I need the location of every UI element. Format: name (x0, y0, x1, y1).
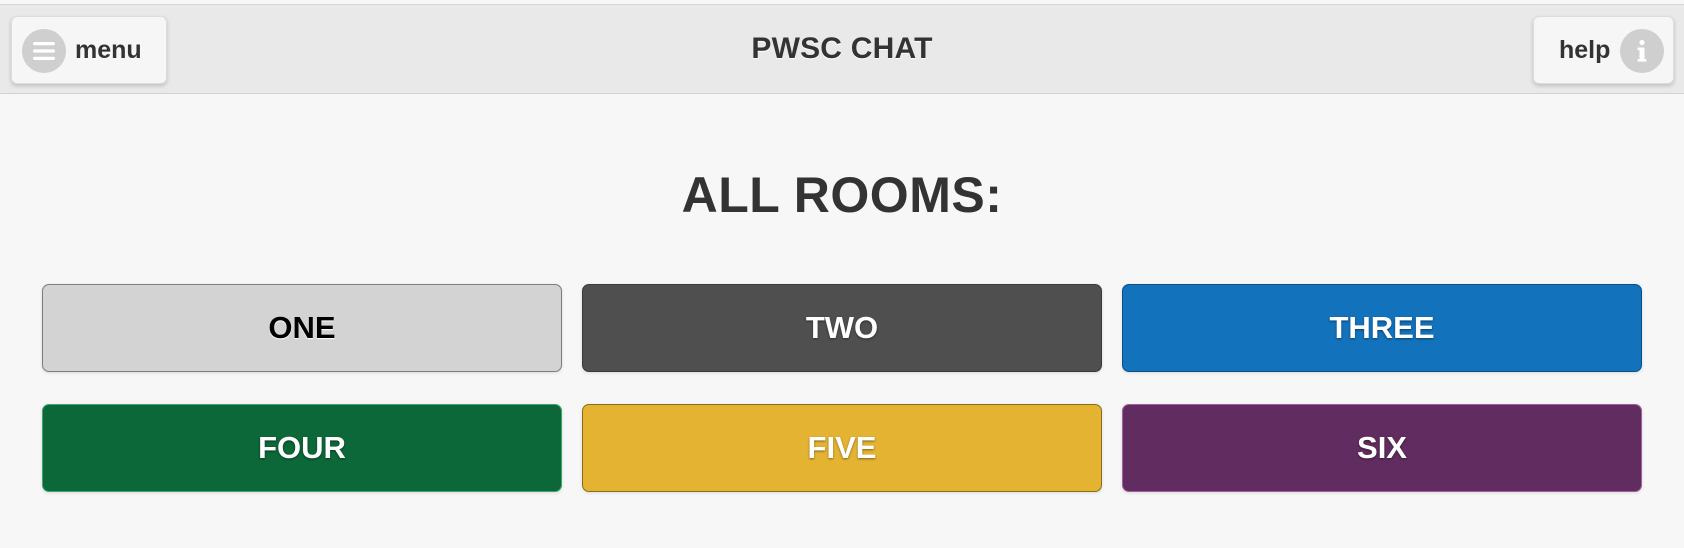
room-label: FOUR (258, 430, 346, 465)
room-label: SIX (1357, 430, 1407, 465)
app-title: PWSC CHAT (751, 32, 933, 65)
room-button-six[interactable]: SIX (1122, 404, 1642, 492)
app-window: menu PWSC CHAT help ALL ROOMS: ONE TWO T… (0, 0, 1684, 548)
header-bar: menu PWSC CHAT help (0, 4, 1684, 94)
help-button[interactable]: help (1533, 16, 1674, 84)
room-button-four[interactable]: FOUR (42, 404, 562, 492)
room-label: THREE (1329, 310, 1435, 345)
help-label: help (1559, 36, 1611, 64)
room-button-five[interactable]: FIVE (582, 404, 1102, 492)
room-button-two[interactable]: TWO (582, 284, 1102, 372)
rooms-heading: ALL ROOMS: (681, 167, 1003, 223)
room-label: ONE (268, 310, 336, 345)
info-icon (1620, 29, 1664, 73)
room-label: FIVE (807, 430, 877, 465)
room-button-one[interactable]: ONE (42, 284, 562, 372)
room-label: TWO (805, 310, 879, 345)
room-button-three[interactable]: THREE (1122, 284, 1642, 372)
